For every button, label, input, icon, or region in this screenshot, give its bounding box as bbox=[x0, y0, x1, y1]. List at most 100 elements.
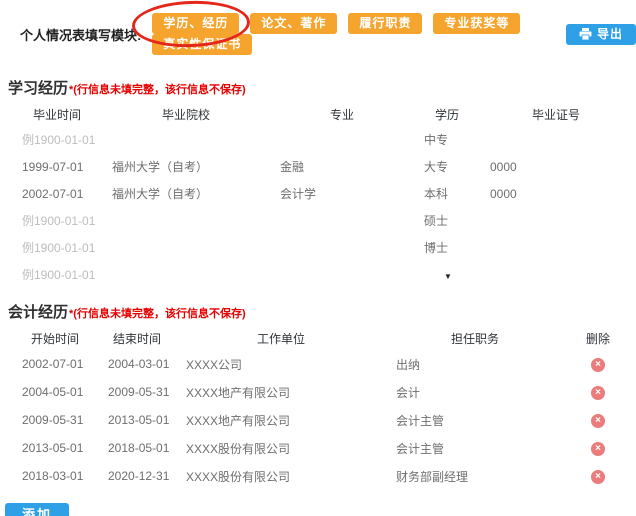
position-field[interactable]: 会计主管 bbox=[386, 406, 564, 434]
employer-field[interactable]: XXXX公司 bbox=[176, 350, 386, 378]
end-time-field[interactable]: 2004-03-01 bbox=[98, 350, 176, 378]
position-field[interactable]: 会计 bbox=[386, 378, 564, 406]
accounting-row: 2009-05-31 2013-05-01 XXXX地产有限公司 会计主管 × bbox=[12, 406, 632, 434]
study-row: 例1900-01-01 硕士 bbox=[12, 207, 632, 234]
col-graduation-time: 毕业时间 bbox=[32, 107, 81, 122]
start-time-field[interactable]: 2009-05-31 bbox=[12, 406, 98, 434]
degree-field[interactable]: ▼ bbox=[414, 261, 480, 288]
col-start-time: 开始时间 bbox=[30, 331, 79, 346]
certificate-no-field[interactable] bbox=[480, 207, 632, 234]
major-field[interactable] bbox=[270, 261, 414, 288]
delete-row-icon[interactable]: × bbox=[591, 358, 605, 372]
module-bar-label: 个人情况表填写模块: bbox=[20, 27, 142, 43]
employer-field[interactable]: XXXX地产有限公司 bbox=[176, 406, 386, 434]
school-field[interactable] bbox=[102, 207, 270, 234]
study-incomplete-note: *(行信息未填完整，该行信息不保存) bbox=[69, 84, 246, 96]
accounting-section-title: 会计经历*(行信息未填完整，该行信息不保存) bbox=[8, 301, 636, 322]
degree-field[interactable]: 中专 bbox=[414, 126, 480, 153]
start-time-field[interactable]: 2013-05-01 bbox=[12, 434, 98, 462]
col-position: 担任职务 bbox=[450, 331, 499, 346]
delete-cell: × bbox=[564, 378, 632, 406]
end-time-field[interactable]: 2018-05-01 bbox=[98, 434, 176, 462]
accounting-row: 2013-05-01 2018-05-01 XXXX股份有限公司 会计主管 × bbox=[12, 434, 632, 462]
module-tab-3[interactable]: 专业获奖等 bbox=[433, 13, 521, 34]
delete-cell: × bbox=[564, 406, 632, 434]
accounting-title: 会计经历 bbox=[8, 304, 69, 321]
col-end-time: 结束时间 bbox=[112, 331, 161, 346]
school-field[interactable]: 福州大学（自考） bbox=[102, 153, 270, 180]
delete-row-icon[interactable]: × bbox=[591, 386, 605, 400]
graduation-time-field[interactable]: 1999-07-01 bbox=[12, 153, 102, 180]
end-time-field[interactable]: 2020-12-31 bbox=[98, 462, 176, 490]
delete-row-icon[interactable]: × bbox=[591, 414, 605, 428]
graduation-time-field[interactable]: 2002-07-01 bbox=[12, 180, 102, 207]
certificate-no-field[interactable] bbox=[480, 126, 632, 153]
module-tab-1[interactable]: 论文、著作 bbox=[250, 13, 338, 34]
major-field[interactable]: 金融 bbox=[270, 153, 414, 180]
module-tab-4[interactable]: 真实性保证书 bbox=[152, 34, 253, 55]
accounting-row: 2018-03-01 2020-12-31 XXXX股份有限公司 财务部副经理 × bbox=[12, 462, 632, 490]
graduation-time-field[interactable]: 例1900-01-01 bbox=[12, 234, 102, 261]
study-row: 例1900-01-01 博士 bbox=[12, 234, 632, 261]
start-time-field[interactable]: 2018-03-01 bbox=[12, 462, 98, 490]
study-section-title: 学习经历*(行信息未填完整，该行信息不保存) bbox=[8, 77, 636, 98]
graduation-time-field[interactable]: 例1900-01-01 bbox=[12, 207, 102, 234]
study-table: 毕业时间 毕业院校 专业 学历 毕业证号 例1900-01-01 中专 1999-0… bbox=[12, 102, 632, 288]
delete-cell: × bbox=[564, 462, 632, 490]
degree-dropdown-caret-icon[interactable]: ▼ bbox=[424, 272, 452, 281]
degree-field[interactable]: 博士 bbox=[414, 234, 480, 261]
module-tab-0-highlighted[interactable]: 学历、经历 bbox=[152, 13, 240, 34]
col-degree: 学历 bbox=[434, 107, 459, 122]
study-table-header-row: 毕业时间 毕业院校 专业 学历 毕业证号 bbox=[12, 102, 632, 126]
delete-row-icon[interactable]: × bbox=[591, 442, 605, 456]
delete-row-icon[interactable]: × bbox=[591, 470, 605, 484]
employer-field[interactable]: XXXX地产有限公司 bbox=[176, 378, 386, 406]
employer-field[interactable]: XXXX股份有限公司 bbox=[176, 434, 386, 462]
graduation-time-field[interactable]: 例1900-01-01 bbox=[12, 261, 102, 288]
module-tab-2[interactable]: 履行职责 bbox=[348, 13, 423, 34]
degree-field[interactable]: 大专 bbox=[414, 153, 480, 180]
major-field[interactable]: 会计学 bbox=[270, 180, 414, 207]
degree-field[interactable]: 硕士 bbox=[414, 207, 480, 234]
end-time-field[interactable]: 2009-05-31 bbox=[98, 378, 176, 406]
degree-field[interactable]: 本科 bbox=[414, 180, 480, 207]
accounting-incomplete-note: *(行信息未填完整，该行信息不保存) bbox=[69, 308, 246, 320]
personal-info-form-page: 个人情况表填写模块: 学历、经历 论文、著作 履行职责 专业获奖等真实性保证书 导出 … bbox=[0, 0, 636, 516]
graduation-time-field[interactable]: 例1900-01-01 bbox=[12, 126, 102, 153]
employer-field[interactable]: XXXX股份有限公司 bbox=[176, 462, 386, 490]
study-row: 2002-07-01 福州大学（自考） 会计学 本科 0000 bbox=[12, 180, 632, 207]
certificate-no-field[interactable] bbox=[480, 234, 632, 261]
school-field[interactable] bbox=[102, 126, 270, 153]
module-buttons: 学历、经历 论文、著作 履行职责 专业获奖等真实性保证书 bbox=[141, 13, 550, 55]
export-button-label: 导出 bbox=[596, 26, 623, 41]
start-time-field[interactable]: 2004-05-01 bbox=[12, 378, 98, 406]
position-field[interactable]: 财务部副经理 bbox=[386, 462, 564, 490]
start-time-field[interactable]: 2002-07-01 bbox=[12, 350, 98, 378]
col-major: 专业 bbox=[329, 107, 354, 122]
school-field[interactable] bbox=[102, 261, 270, 288]
export-button[interactable]: 导出 bbox=[565, 23, 636, 45]
position-field[interactable]: 会计主管 bbox=[386, 434, 564, 462]
study-row: 1999-07-01 福州大学（自考） 金融 大专 0000 bbox=[12, 153, 632, 180]
delete-cell: × bbox=[564, 350, 632, 378]
printer-icon bbox=[579, 28, 592, 40]
end-time-field[interactable]: 2013-05-01 bbox=[98, 406, 176, 434]
col-school: 毕业院校 bbox=[161, 107, 210, 122]
accounting-row: 2004-05-01 2009-05-31 XXXX地产有限公司 会计 × bbox=[12, 378, 632, 406]
major-field[interactable] bbox=[270, 234, 414, 261]
accounting-row: 2002-07-01 2004-03-01 XXXX公司 出纳 × bbox=[12, 350, 632, 378]
accounting-table-header-row: 开始时间 结束时间 工作单位 担任职务 删除 bbox=[12, 326, 632, 350]
certificate-no-field[interactable]: 0000 bbox=[480, 180, 632, 207]
school-field[interactable] bbox=[102, 234, 270, 261]
add-button[interactable]: 添加 bbox=[5, 503, 70, 516]
module-bar: 个人情况表填写模块: 学历、经历 论文、著作 履行职责 专业获奖等真实性保证书 导出 bbox=[0, 0, 636, 55]
certificate-no-field[interactable]: 0000 bbox=[480, 153, 632, 180]
major-field[interactable] bbox=[270, 126, 414, 153]
col-employer: 工作单位 bbox=[256, 331, 305, 346]
delete-cell: × bbox=[564, 434, 632, 462]
major-field[interactable] bbox=[270, 207, 414, 234]
position-field[interactable]: 出纳 bbox=[386, 350, 564, 378]
school-field[interactable]: 福州大学（自考） bbox=[102, 180, 270, 207]
study-title: 学习经历 bbox=[8, 80, 69, 97]
certificate-no-field[interactable] bbox=[480, 261, 632, 288]
